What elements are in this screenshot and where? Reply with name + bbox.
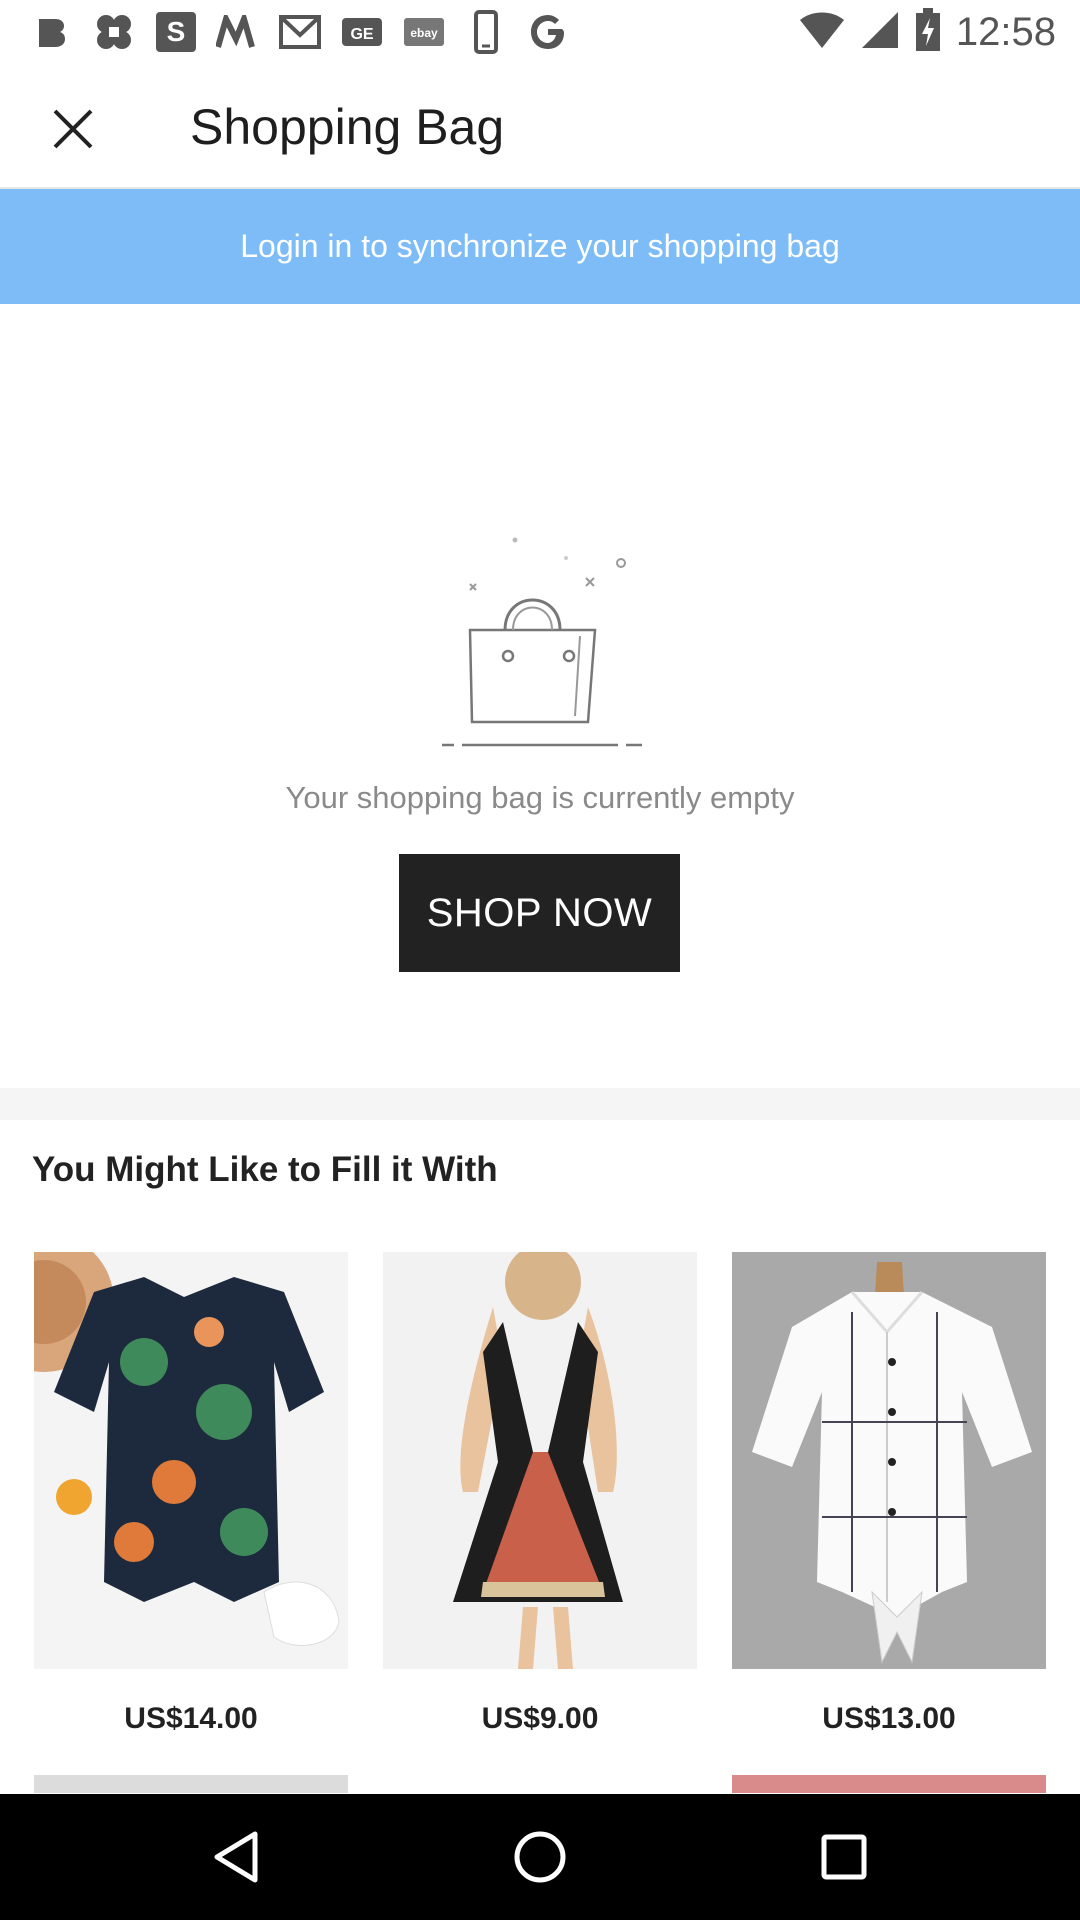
shopping-bag-icon [442, 537, 642, 747]
ge-app-icon: GE [340, 10, 384, 54]
gmail-icon [278, 10, 322, 54]
page-title: Shopping Bag [190, 99, 505, 155]
ebay-icon: ebay [402, 10, 446, 54]
shop-now-button[interactable]: SHOP NOW [399, 854, 680, 972]
home-icon [514, 1831, 566, 1883]
notification-icons: S GE ebay [30, 10, 570, 54]
recommendations-title: You Might Like to Fill it With [32, 1150, 498, 1189]
floral-romper-photo[interactable] [34, 1252, 348, 1669]
m-app-icon [216, 10, 260, 54]
clock: 12:58 [955, 9, 1056, 54]
product-price: US$13.00 [822, 1702, 956, 1735]
close-icon [53, 109, 93, 149]
battery-icon [914, 7, 942, 57]
svg-text:ebay: ebay [410, 26, 438, 40]
system-nav-bar [0, 1794, 1080, 1920]
s-app-icon: S [154, 10, 198, 54]
product-card[interactable]: US$9.00 [383, 1252, 697, 1735]
cluster-app-icon [92, 10, 136, 54]
halter-dress-photo[interactable] [383, 1252, 697, 1669]
close-button[interactable] [38, 94, 108, 164]
product-price: US$9.00 [481, 1702, 599, 1735]
back-button[interactable] [206, 1827, 266, 1887]
product-thumbnail-partial[interactable] [34, 1775, 348, 1793]
recents-button[interactable] [814, 1827, 874, 1887]
recents-icon [821, 1834, 867, 1880]
login-sync-banner[interactable]: Login in to synchronize your shopping ba… [0, 189, 1080, 304]
wifi-icon [798, 10, 846, 55]
empty-bag-message: Your shopping bag is currently empty [285, 780, 795, 815]
back-icon [214, 1831, 258, 1883]
section-divider [0, 1088, 1080, 1120]
google-icon [526, 10, 570, 54]
system-status: 12:58 [798, 7, 1056, 57]
product-thumbnail-partial[interactable] [732, 1775, 1046, 1793]
product-price: US$14.00 [124, 1702, 258, 1735]
home-button[interactable] [510, 1827, 570, 1887]
next-product-row [0, 1775, 1080, 1793]
app-toolbar: Shopping Bag [0, 64, 1080, 189]
product-card[interactable]: US$13.00 [732, 1252, 1046, 1735]
phone-icon [464, 10, 508, 54]
status-bar: S GE ebay 12:58 [0, 0, 1080, 64]
product-card[interactable]: US$14.00 [34, 1252, 348, 1735]
signal-icon [860, 10, 900, 55]
white-plaid-shirt-photo[interactable] [732, 1252, 1046, 1669]
svg-text:GE: GE [350, 26, 373, 43]
b-app-icon [30, 10, 74, 54]
